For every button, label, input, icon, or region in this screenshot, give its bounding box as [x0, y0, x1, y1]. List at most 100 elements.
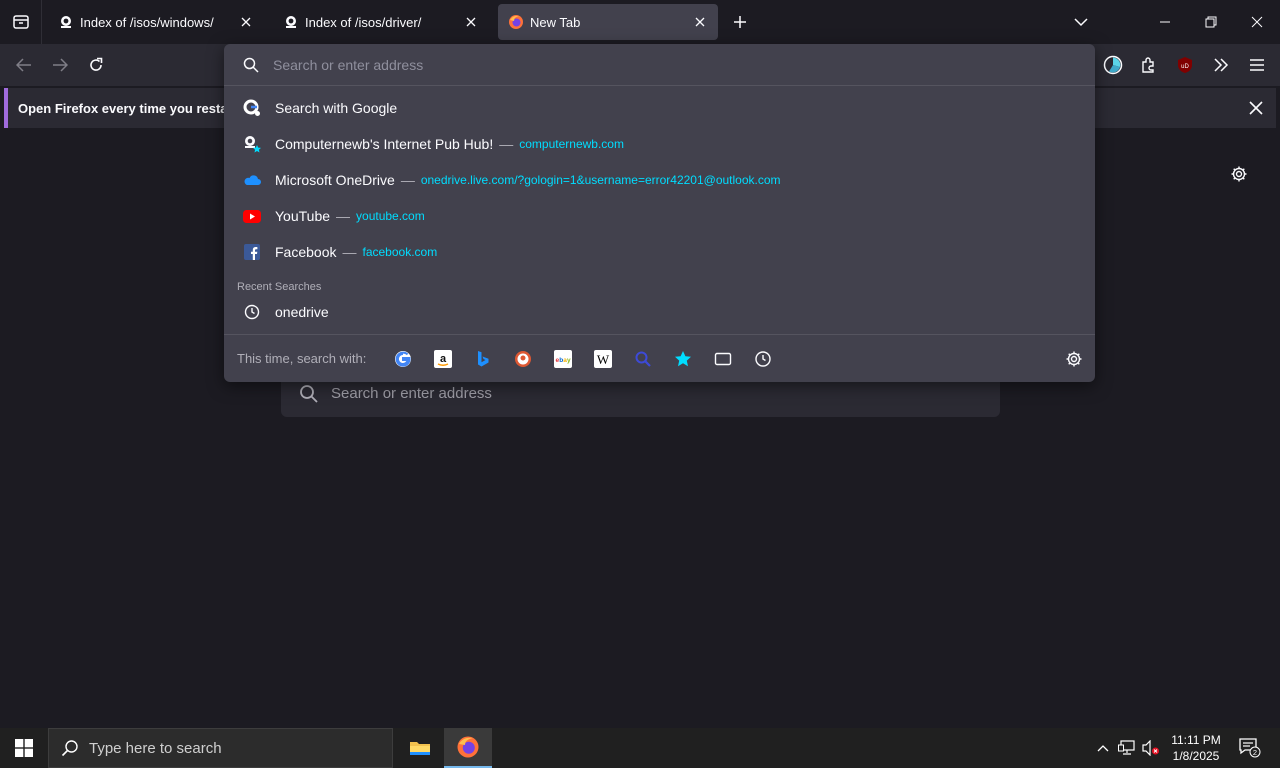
personalize-button[interactable] [1228, 163, 1250, 185]
result-computernewb[interactable]: Computernewb's Internet Pub Hub! — compu… [232, 127, 1087, 161]
firefox-icon [457, 736, 479, 758]
bing-icon[interactable] [473, 349, 493, 369]
history-icon [242, 302, 262, 322]
close-icon[interactable] [238, 14, 254, 30]
google-icon[interactable] [393, 349, 413, 369]
file-explorer-button[interactable] [396, 728, 444, 768]
result-search-google[interactable]: Search with Google [232, 91, 1087, 125]
result-title: onedrive [275, 304, 329, 320]
notification-text: Open Firefox every time you restart y [18, 100, 248, 116]
wikipedia-icon[interactable]: W [593, 349, 613, 369]
close-icon[interactable] [692, 14, 708, 30]
list-all-tabs-button[interactable] [1058, 0, 1104, 44]
page-search-input[interactable] [331, 385, 951, 402]
minimize-button[interactable] [1142, 0, 1188, 44]
result-recent-onedrive[interactable]: onedrive [232, 295, 1087, 329]
tab-index-isos-windows[interactable]: Index of /isos/windows/ [48, 4, 264, 40]
action-center-button[interactable]: 2 [1238, 738, 1262, 758]
reload-icon [90, 57, 103, 71]
duckduckgo-icon[interactable] [513, 349, 533, 369]
restore-button[interactable] [1188, 0, 1234, 44]
ublock-button[interactable]: uD [1171, 51, 1199, 79]
firefox-taskbar-button[interactable] [444, 728, 492, 768]
recent-searches-label: Recent Searches [237, 281, 322, 293]
taskbar: Type here to search 11:11 PM 1/8/2025 2 [0, 728, 1280, 768]
bookmark-globe-icon [242, 134, 262, 154]
search-settings-button[interactable] [1064, 349, 1084, 369]
amazon-icon[interactable]: a [433, 349, 453, 369]
search-icon [243, 57, 259, 73]
gear-icon [1231, 166, 1247, 182]
result-separator: — [342, 244, 357, 260]
notification-icon: 2 [1239, 738, 1261, 758]
close-icon[interactable] [463, 14, 479, 30]
overflow-menu-button[interactable] [1207, 51, 1235, 79]
firefox-view-icon [12, 15, 29, 29]
system-clock[interactable]: 11:11 PM 1/8/2025 [1160, 732, 1232, 764]
result-youtube[interactable]: YouTube — youtube.com [232, 199, 1087, 233]
new-tab-button[interactable] [728, 10, 752, 34]
volume-muted-icon[interactable] [1141, 738, 1161, 758]
urlbar-input[interactable] [273, 56, 1053, 73]
onedrive-icon [242, 170, 262, 190]
result-url: onedrive.live.com/?gologin=1&username=er… [420, 173, 781, 187]
hamburger-menu-icon [1250, 59, 1264, 71]
result-url: youtube.com [356, 209, 425, 223]
reload-button[interactable] [82, 51, 110, 79]
result-url: facebook.com [362, 245, 438, 259]
tab-new-tab[interactable]: New Tab [498, 4, 718, 40]
start-button[interactable] [0, 728, 48, 768]
close-icon[interactable] [1246, 98, 1266, 118]
tab-title: Index of /isos/windows/ [80, 14, 214, 30]
taskbar-search-text: Type here to search [89, 739, 222, 757]
pie-extension-button[interactable] [1099, 51, 1127, 79]
globe-icon [283, 14, 299, 30]
result-onedrive[interactable]: Microsoft OneDrive — onedrive.live.com/?… [232, 163, 1087, 197]
pie-chart-icon [1103, 55, 1123, 75]
svg-text:y: y [567, 357, 571, 364]
urlbar-input-row [224, 44, 1095, 86]
app-menu-button[interactable] [1243, 51, 1271, 79]
tab-strip: Index of /isos/windows/ Index of /isos/d… [0, 0, 1280, 44]
search-icon [300, 384, 318, 403]
extensions-button[interactable] [1135, 51, 1163, 79]
puzzle-icon [1142, 57, 1154, 73]
firefox-view-button[interactable] [0, 0, 42, 44]
result-title: Microsoft OneDrive [275, 172, 395, 188]
forward-button[interactable] [46, 51, 74, 79]
one-off-label: This time, search with: [237, 351, 367, 366]
bookmarks-icon[interactable] [673, 349, 693, 369]
tabs-icon[interactable] [713, 349, 733, 369]
urlbar-dropdown: Search with Google Computernewb's Intern… [224, 44, 1095, 382]
result-separator: — [336, 208, 351, 224]
arrow-right-icon [53, 58, 68, 72]
chevron-up-icon[interactable] [1093, 738, 1113, 758]
ebay-icon[interactable]: ebay [553, 349, 573, 369]
network-icon[interactable] [1117, 738, 1137, 758]
taskbar-search-box[interactable]: Type here to search [48, 728, 393, 768]
restore-icon [1205, 16, 1217, 28]
result-title: Facebook [275, 244, 337, 260]
one-off-search-row: This time, search with: a ebay W [224, 334, 1095, 382]
svg-text:uD: uD [1181, 64, 1189, 70]
close-window-button[interactable] [1234, 0, 1280, 44]
search-icon[interactable] [633, 349, 653, 369]
result-separator: — [499, 136, 514, 152]
result-title: Computernewb's Internet Pub Hub! [275, 136, 494, 152]
result-separator: — [400, 172, 415, 188]
windows-logo-icon [15, 739, 33, 757]
google-search-icon [242, 98, 262, 118]
youtube-icon [242, 206, 262, 226]
result-title: YouTube [275, 208, 331, 224]
minimize-icon [1160, 21, 1170, 23]
history-icon[interactable] [753, 349, 773, 369]
result-url: computernewb.com [519, 137, 624, 151]
tab-title: Index of /isos/driver/ [305, 14, 422, 30]
double-chevron-right-icon [1214, 58, 1229, 72]
clock-date: 1/8/2025 [1172, 749, 1220, 763]
tab-index-isos-driver[interactable]: Index of /isos/driver/ [273, 4, 489, 40]
result-facebook[interactable]: Facebook — facebook.com [232, 235, 1087, 269]
facebook-icon [242, 242, 262, 262]
firefox-icon [508, 14, 524, 30]
back-button[interactable] [10, 51, 38, 79]
